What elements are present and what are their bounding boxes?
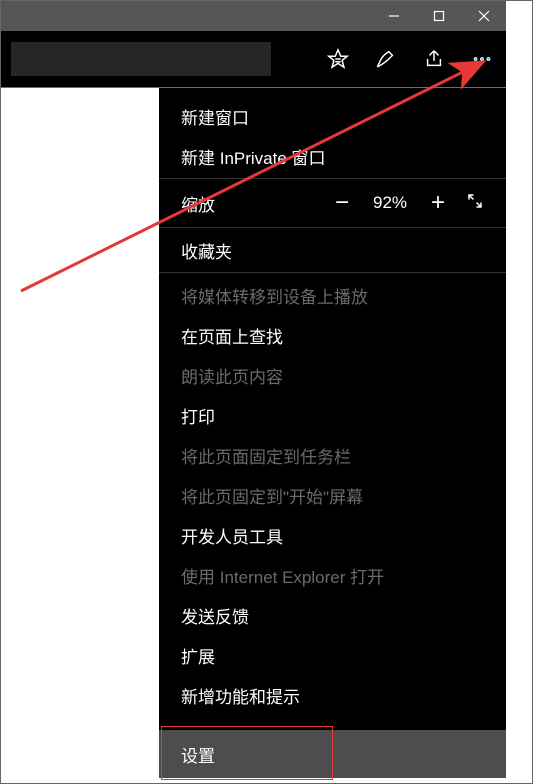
zoom-in-button[interactable]: + xyxy=(418,189,458,217)
menu-separator xyxy=(159,227,506,228)
share-icon[interactable] xyxy=(410,31,458,87)
menu-zoom-row: 缩放 − 92% + xyxy=(159,181,506,225)
menu-extensions[interactable]: 扩展 xyxy=(159,635,506,675)
menu-separator xyxy=(159,272,506,273)
address-bar[interactable] xyxy=(11,42,271,76)
menu-whats-new[interactable]: 新增功能和提示 xyxy=(159,675,506,715)
menu-separator xyxy=(159,178,506,179)
zoom-label: 缩放 xyxy=(181,191,215,216)
right-padding xyxy=(506,1,532,783)
more-icon[interactable] xyxy=(458,31,506,87)
page-area xyxy=(1,88,159,778)
menu-open-ie: 使用 Internet Explorer 打开 xyxy=(159,555,506,595)
menu-print[interactable]: 打印 xyxy=(159,395,506,435)
maximize-button[interactable] xyxy=(416,1,461,31)
menu-devtools[interactable]: 开发人员工具 xyxy=(159,515,506,555)
content-area: 新建窗口 新建 InPrivate 窗口 缩放 − 92% + 收藏夹 将媒体转… xyxy=(1,88,506,778)
close-button[interactable] xyxy=(461,1,506,31)
more-menu: 新建窗口 新建 InPrivate 窗口 缩放 − 92% + 收藏夹 将媒体转… xyxy=(159,88,506,778)
menu-settings[interactable]: 设置 xyxy=(159,730,506,778)
zoom-value: 92% xyxy=(362,193,418,213)
menu-feedback[interactable]: 发送反馈 xyxy=(159,595,506,635)
menu-pin-taskbar: 将此页面固定到任务栏 xyxy=(159,435,506,475)
window-titlebar xyxy=(1,1,506,31)
zoom-out-button[interactable]: − xyxy=(322,189,362,217)
menu-pin-start: 将此页固定到"开始"屏幕 xyxy=(159,475,506,515)
minimize-button[interactable] xyxy=(371,1,416,31)
menu-new-window[interactable]: 新建窗口 xyxy=(159,96,506,136)
fullscreen-icon[interactable] xyxy=(458,192,492,215)
menu-cast: 将媒体转移到设备上播放 xyxy=(159,275,506,315)
menu-new-inprivate[interactable]: 新建 InPrivate 窗口 xyxy=(159,136,506,176)
browser-toolbar xyxy=(1,31,506,89)
menu-favorites[interactable]: 收藏夹 xyxy=(159,230,506,270)
bottom-padding xyxy=(1,778,506,783)
menu-find[interactable]: 在页面上查找 xyxy=(159,315,506,355)
notes-icon[interactable] xyxy=(362,31,410,87)
menu-read-aloud: 朗读此页内容 xyxy=(159,355,506,395)
screenshot-stage: 新建窗口 新建 InPrivate 窗口 缩放 − 92% + 收藏夹 将媒体转… xyxy=(0,0,533,784)
favorites-icon[interactable] xyxy=(314,31,362,87)
